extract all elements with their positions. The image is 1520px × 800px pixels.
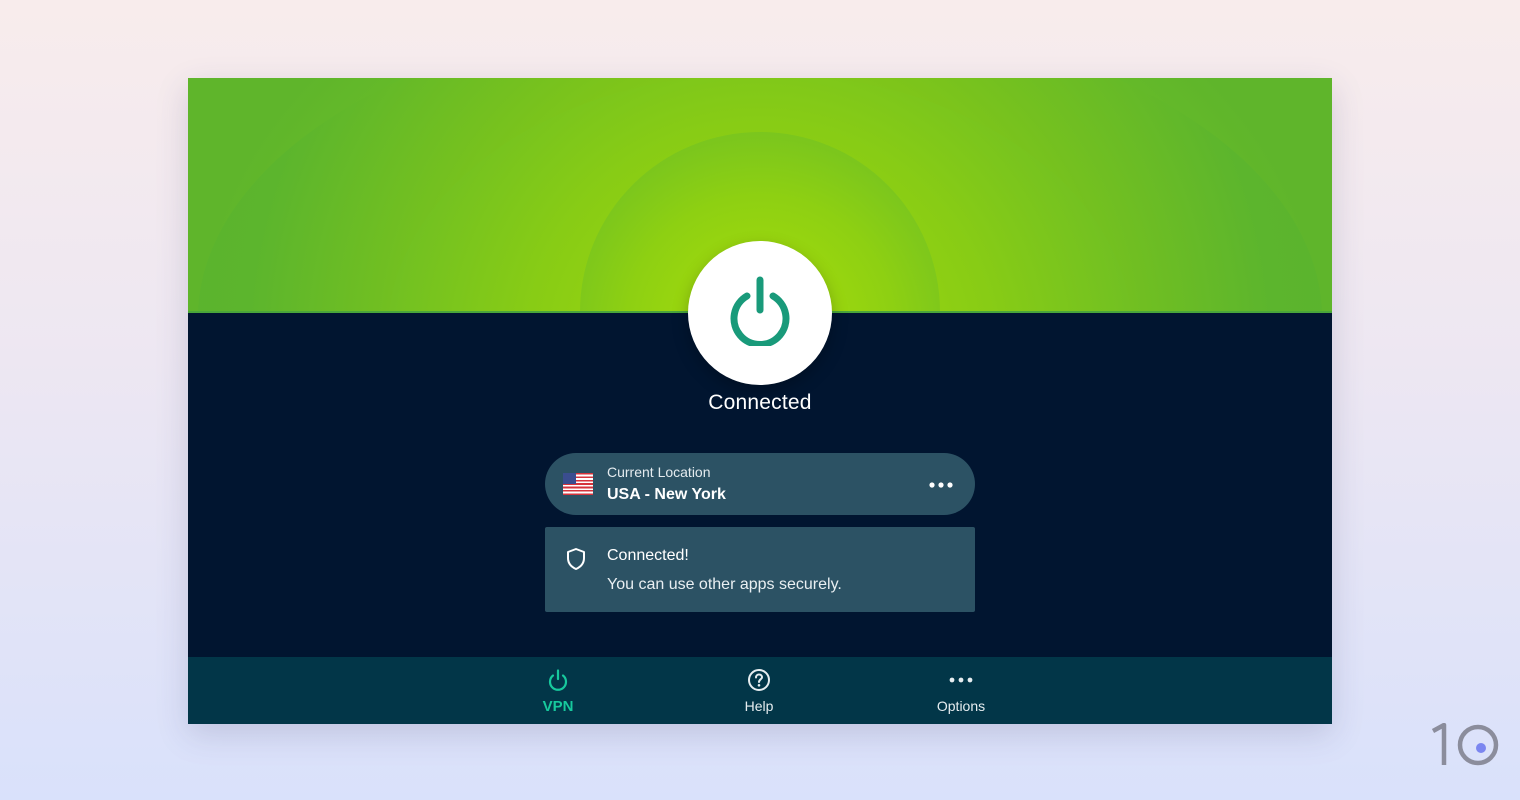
nav-label-help: Help — [744, 698, 774, 714]
bottom-navigation: VPN Help Options — [188, 657, 1332, 724]
nav-item-help[interactable]: Help — [704, 667, 814, 714]
power-icon — [728, 276, 792, 351]
connect-toggle-button[interactable] — [688, 241, 832, 385]
us-flag-icon — [563, 473, 593, 495]
location-value: USA - New York — [607, 486, 726, 503]
page-background: Connected Current Location USA - New Yor… — [0, 0, 1520, 800]
nav-item-vpn[interactable]: VPN — [503, 667, 613, 715]
vpn-app-window: Connected Current Location USA - New Yor… — [188, 78, 1332, 724]
help-circle-icon — [747, 667, 771, 693]
location-selector[interactable]: Current Location USA - New York — [545, 453, 975, 515]
shield-icon — [566, 547, 586, 576]
site-logo — [1430, 722, 1500, 767]
location-text: Current Location USA - New York — [607, 464, 726, 504]
message-body: You can use other apps securely. — [607, 576, 842, 593]
connection-status: Connected — [708, 391, 812, 414]
more-horizontal-icon — [929, 475, 953, 493]
more-horizontal-icon — [949, 667, 973, 693]
nav-label-vpn: VPN — [542, 698, 574, 715]
nav-item-options[interactable]: Options — [906, 667, 1016, 714]
connection-message-card: Connected! You can use other apps secure… — [545, 527, 975, 612]
location-more-button[interactable] — [929, 474, 953, 494]
nav-label-options: Options — [936, 698, 986, 714]
location-label: Current Location — [607, 464, 711, 480]
power-icon — [546, 667, 570, 693]
message-title: Connected! — [607, 547, 689, 564]
